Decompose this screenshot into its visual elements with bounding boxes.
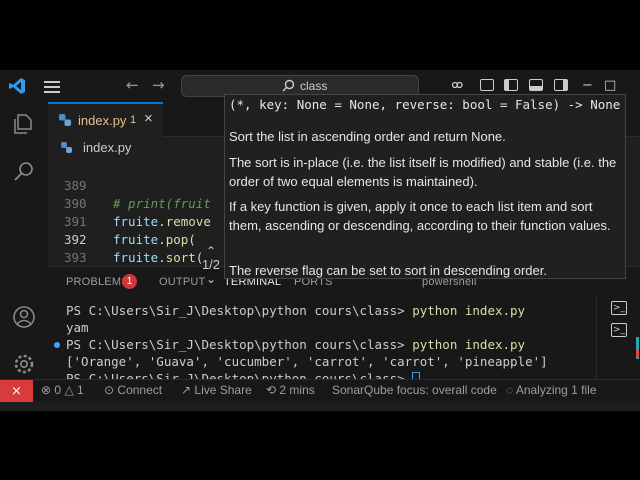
live-share-label: Live Share xyxy=(194,383,252,397)
doc-paragraph: Sort the list in ascending order and ret… xyxy=(229,129,506,144)
chevron-down-icon[interactable]: ⌄ xyxy=(196,272,226,286)
connect-button[interactable]: ⊙ Connect xyxy=(104,383,162,397)
spinner-icon: ◌ xyxy=(506,383,514,397)
doc-paragraph: If a key function is given, apply it onc… xyxy=(229,199,611,233)
layout-customize-icon[interactable] xyxy=(480,79,494,91)
live-share-icon: ↗ xyxy=(181,383,192,397)
analysis-status[interactable]: ◌ Analyzing 1 file xyxy=(506,383,597,397)
time-tracker[interactable]: ⟲ 2 mins xyxy=(266,383,315,397)
time-label: 2 mins xyxy=(279,383,315,397)
vscode-window: ← → class − □ index.py 1 × index.py 389 … xyxy=(0,70,640,411)
warning-icon: △ xyxy=(64,383,74,397)
plug-icon: ⊙ xyxy=(104,383,115,397)
remote-indicator[interactable]: ⨯ xyxy=(0,380,33,402)
line-number: 393 xyxy=(64,250,87,265)
status-bar: ⨯ ⊗ 0 △ 1 ⊙ Connect ↗ Live Share ⟲ 2 min… xyxy=(0,379,640,402)
terminal-output[interactable]: PS C:\Users\Sir_J\Desktop\python cours\c… xyxy=(48,297,596,386)
error-count: 0 xyxy=(54,383,62,397)
warning-count: 1 xyxy=(77,383,84,397)
terminal-line: ['Orange', 'Guava', 'cucumber', 'carrot'… xyxy=(66,354,548,369)
terminal-line: PS C:\Users\Sir_J\Desktop\python cours\c… xyxy=(66,337,525,353)
terminal-tabs-list: >_ >_ xyxy=(596,297,640,381)
terminal-command-decoration xyxy=(54,342,60,348)
tab-close-icon[interactable]: × xyxy=(144,110,153,127)
settings-gear-icon[interactable] xyxy=(12,352,36,376)
terminal-line: yam xyxy=(66,320,89,335)
vscode-logo-icon xyxy=(9,78,25,94)
terminal-prompt: PS C:\Users\Sir_J\Desktop\python cours\c… xyxy=(66,303,413,318)
minimize-icon[interactable]: − xyxy=(582,78,593,93)
tab-label: index.py xyxy=(78,113,127,128)
terminal-command: python index.py xyxy=(412,303,526,318)
error-icon: ⊗ xyxy=(41,383,52,397)
problems-status[interactable]: ⊗ 0 △ 1 xyxy=(41,383,84,397)
chevron-up-icon[interactable]: ⌃ xyxy=(196,244,226,258)
connect-label: Connect xyxy=(117,383,163,397)
breadcrumb-file[interactable]: index.py xyxy=(83,140,131,155)
overload-navigator: ⌃ 1/2 ⌄ xyxy=(196,244,226,286)
maximize-icon[interactable]: □ xyxy=(604,78,616,93)
search-view-icon[interactable] xyxy=(12,160,36,184)
live-share-button[interactable]: ↗ Live Share xyxy=(181,383,252,397)
activity-bar xyxy=(0,102,48,379)
terminal-instance-icon[interactable]: >_ xyxy=(611,323,627,337)
search-icon xyxy=(282,79,295,92)
menu-icon[interactable] xyxy=(44,81,60,93)
terminal-instance-icon[interactable]: >_ xyxy=(611,301,627,315)
method-signature: (*, key: None = None, reverse: bool = Fa… xyxy=(229,97,621,112)
analysis-label: Analyzing 1 file xyxy=(515,383,597,397)
overload-counter: 1/2 xyxy=(201,257,221,272)
back-arrow-icon[interactable]: ← xyxy=(126,76,139,94)
terminal-prompt: PS C:\Users\Sir_J\Desktop\python cours\c… xyxy=(66,337,413,352)
terminal-line: PS C:\Users\Sir_J\Desktop\python cours\c… xyxy=(66,303,525,319)
tab-problem-count: 1 xyxy=(130,114,137,126)
forward-arrow-icon[interactable]: → xyxy=(152,76,165,94)
problems-count-badge: 1 xyxy=(122,274,137,289)
code-token: fruite xyxy=(113,250,159,265)
toggle-panel-icon[interactable] xyxy=(529,79,543,91)
terminal-command: python index.py xyxy=(412,337,526,352)
toggle-secondary-sidebar-icon[interactable] xyxy=(554,79,568,91)
doc-paragraph: The reverse flag can be set to sort in d… xyxy=(229,263,547,278)
python-file-icon xyxy=(59,114,71,126)
sonarqube-focus[interactable]: SonarQube focus: overall code xyxy=(332,383,497,397)
terminal-error-marker xyxy=(636,350,639,358)
doc-paragraph: The sort is in-place (i.e. the list itse… xyxy=(229,155,617,189)
history-icon: ⟲ xyxy=(266,383,277,397)
tab-problems[interactable]: PROBLEMS xyxy=(66,276,129,288)
search-text: class xyxy=(300,79,328,93)
copilot-icon[interactable] xyxy=(450,78,464,92)
bottom-panel: PROBLEMS 1 OUTPUT TERMINAL PORTS powersh… xyxy=(48,266,640,386)
code-token: . xyxy=(158,250,166,265)
toggle-sidebar-icon[interactable] xyxy=(504,79,518,91)
python-file-icon xyxy=(61,142,72,153)
account-icon[interactable] xyxy=(12,305,36,329)
tab-index-py[interactable]: index.py 1 × xyxy=(48,102,163,137)
hover-documentation: (*, key: None = None, reverse: bool = Fa… xyxy=(224,94,626,279)
explorer-icon[interactable] xyxy=(12,112,36,136)
